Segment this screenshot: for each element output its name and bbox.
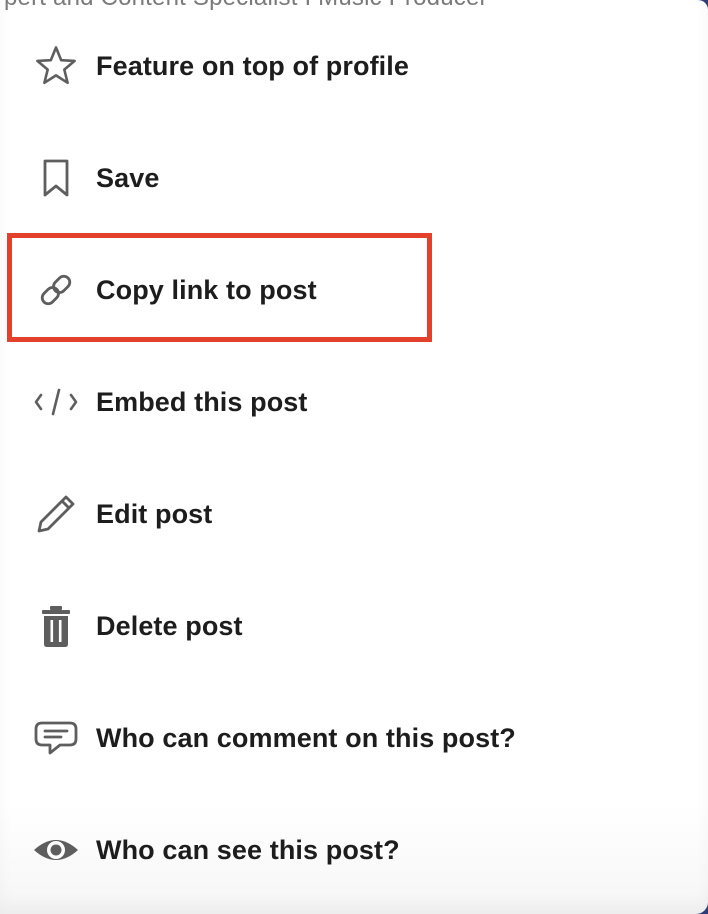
menu-item-embed-post[interactable]: Embed this post [0, 346, 708, 458]
star-icon [32, 42, 80, 90]
menu-item-label: Save [96, 162, 160, 193]
menu-item-feature-on-profile[interactable]: Feature on top of profile [0, 10, 708, 122]
menu-item-visibility-settings[interactable]: Who can see this post? [0, 794, 708, 906]
link-icon [32, 266, 80, 314]
menu-item-label: Edit post [96, 498, 213, 529]
trash-icon [32, 602, 80, 650]
menu-item-copy-link[interactable]: Copy link to post [0, 234, 708, 346]
comment-icon [32, 714, 80, 762]
eye-icon [32, 826, 80, 874]
code-icon [32, 378, 80, 426]
menu-item-label: Copy link to post [96, 274, 317, 305]
menu-item-delete-post[interactable]: Delete post [0, 570, 708, 682]
menu-item-label: Delete post [96, 610, 243, 641]
bookmark-icon [32, 154, 80, 202]
menu-item-label: Embed this post [96, 386, 308, 417]
menu-item-edit-post[interactable]: Edit post [0, 458, 708, 570]
menu-item-label: Feature on top of profile [96, 50, 409, 81]
menu-item-comment-settings[interactable]: Who can comment on this post? [0, 682, 708, 794]
pencil-icon [32, 490, 80, 538]
menu-item-save[interactable]: Save [0, 122, 708, 234]
menu-item-label: Who can see this post? [96, 834, 400, 865]
post-options-menu: pert and Content Specialist I Music Prod… [0, 0, 708, 914]
menu-item-label: Who can comment on this post? [96, 722, 516, 753]
